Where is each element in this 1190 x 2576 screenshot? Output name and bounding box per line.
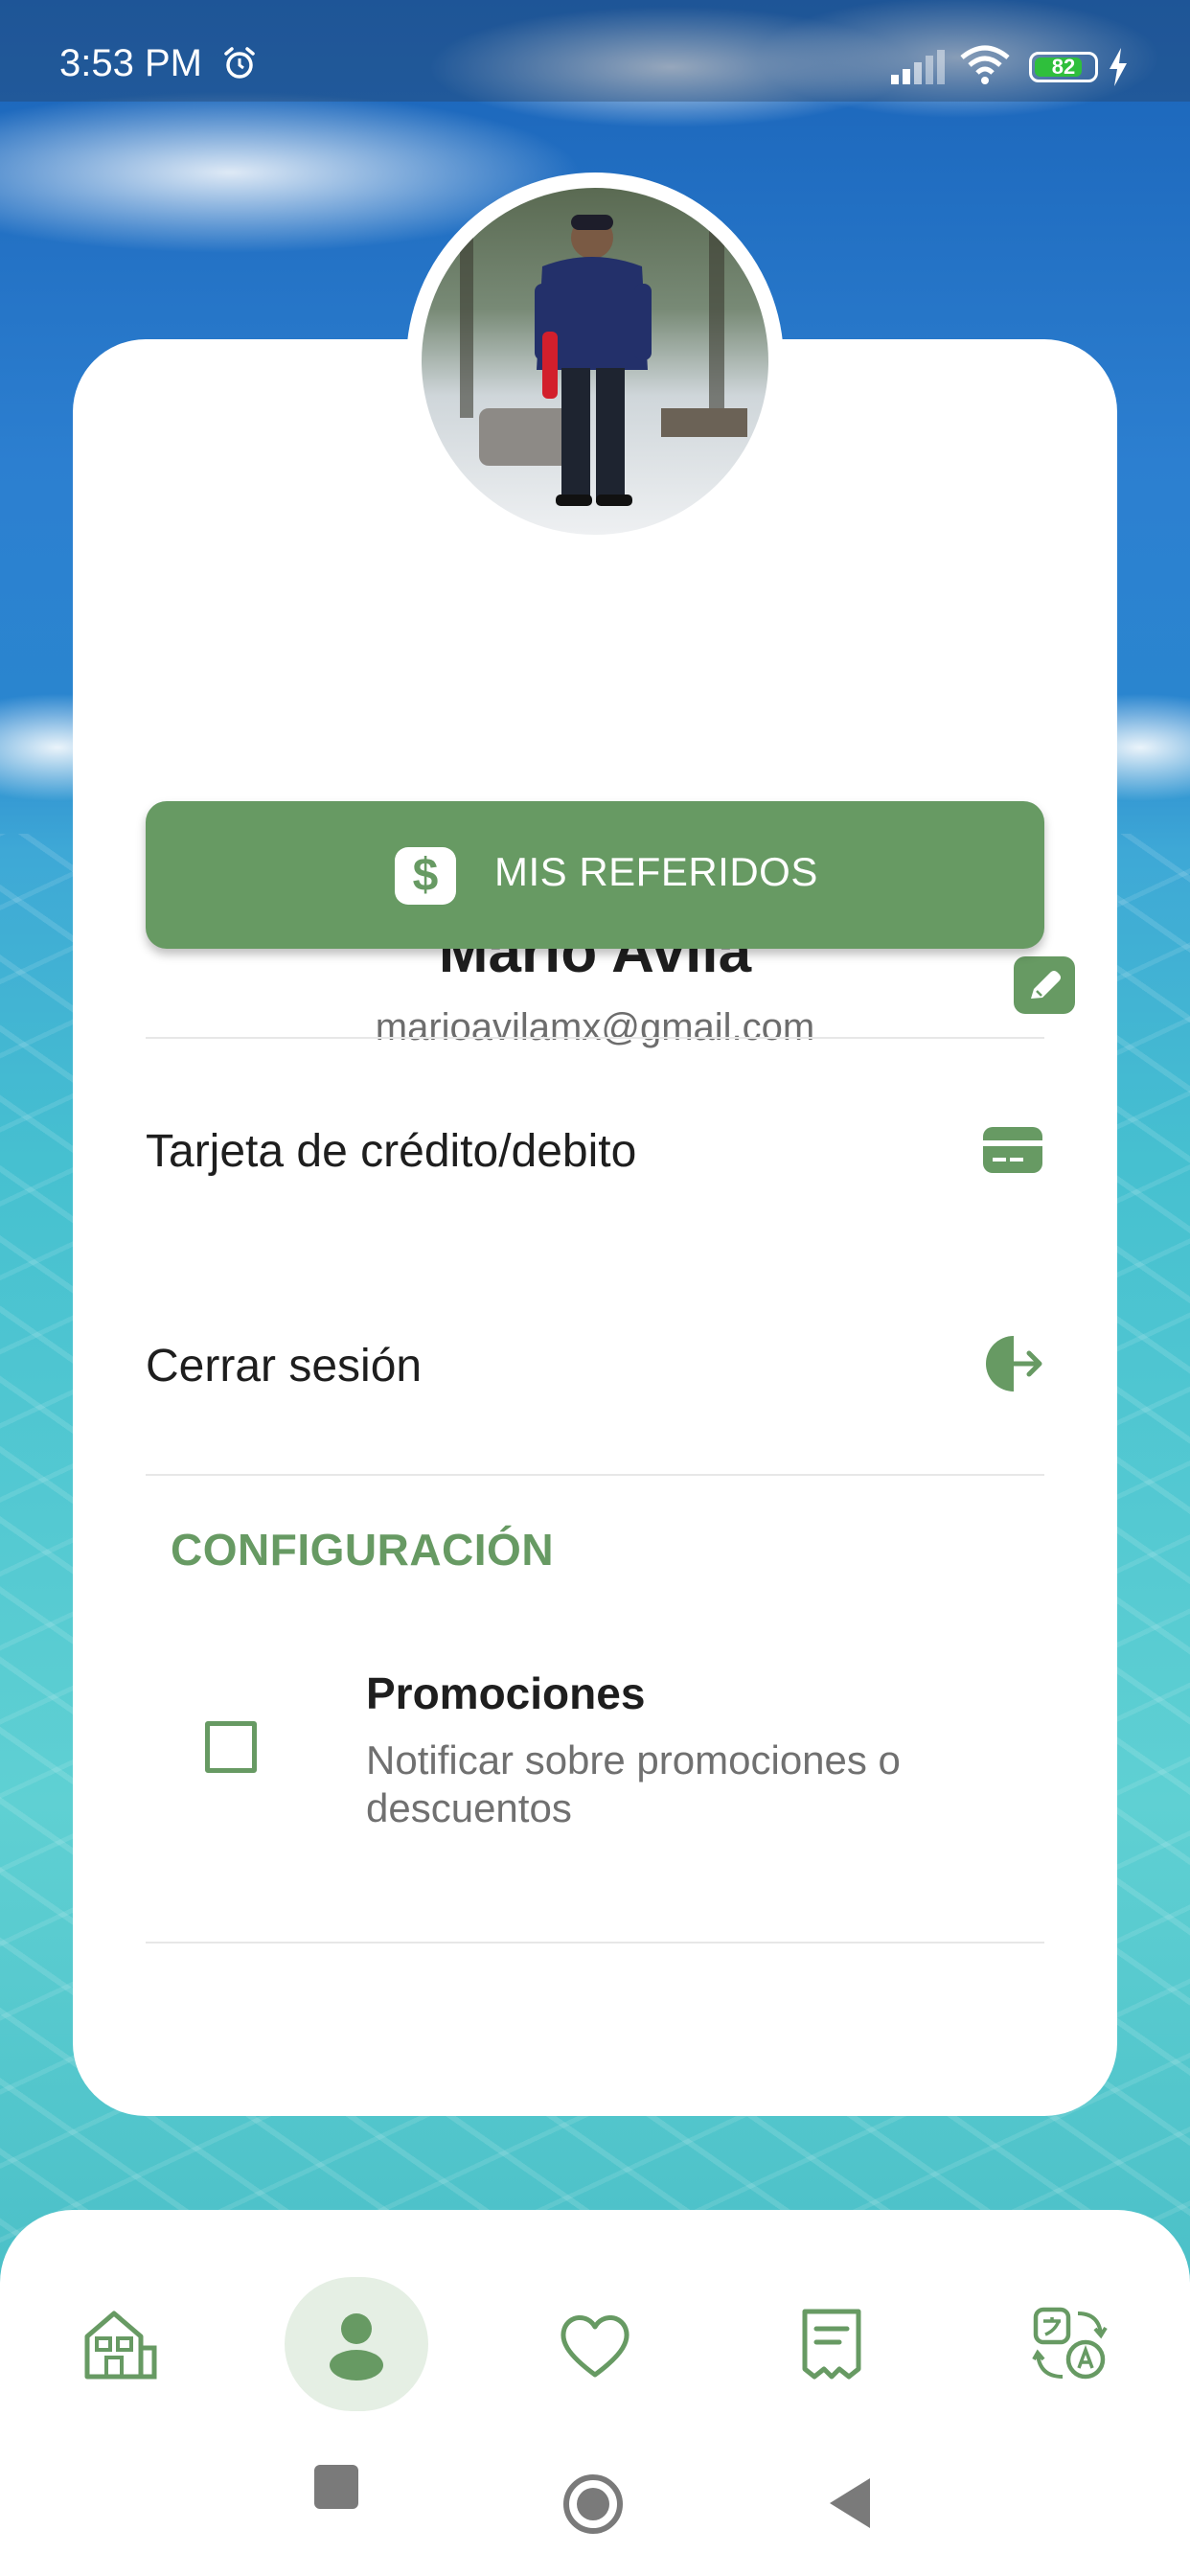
avatar-photo <box>422 188 768 535</box>
pencil-icon <box>1031 971 1061 999</box>
signal-icon <box>891 50 945 84</box>
battery-percent: 82 <box>1051 55 1076 79</box>
recents-button[interactable] <box>312 2463 360 2511</box>
alarm-icon <box>224 47 255 79</box>
home-icon <box>84 2311 157 2380</box>
edit-profile-button[interactable] <box>1014 956 1075 1014</box>
avatar-person-illustration <box>460 215 747 506</box>
settings-section-title: CONFIGURACIÓN <box>171 1525 555 1575</box>
divider <box>146 1942 1044 1944</box>
status-bar: 3:53 PM 82 <box>0 0 1190 102</box>
battery-icon: 82 <box>1029 52 1098 82</box>
promotions-checkbox[interactable] <box>205 1721 257 1773</box>
back-button[interactable] <box>828 2476 872 2530</box>
wifi-icon <box>960 45 1010 84</box>
profile-email: marioavilamx@gmail.com <box>375 1006 815 1048</box>
profile-card: Mario Avila marioavilamx@gmail.com <box>73 339 1117 2116</box>
favorites-heart-icon <box>561 2315 629 2378</box>
nav-translate[interactable] <box>998 2277 1142 2421</box>
menu-item-logout[interactable]: Cerrar sesión <box>146 1305 1044 1420</box>
divider <box>146 1037 1044 1039</box>
promotions-title: Promociones <box>366 1668 646 1718</box>
status-time: 3:53 PM <box>59 42 202 84</box>
credit-card-icon <box>983 1127 1042 1173</box>
charging-icon <box>1110 48 1127 86</box>
profile-icon <box>330 2313 383 2380</box>
my-referrals-label: MIS REFERIDOS <box>494 849 818 894</box>
home-button[interactable] <box>561 2472 625 2536</box>
profile-avatar[interactable] <box>406 172 784 550</box>
receipt-icon <box>802 2309 861 2380</box>
divider <box>146 1474 1044 1476</box>
nav-favorites[interactable] <box>523 2277 667 2421</box>
logout-icon <box>986 1336 1042 1392</box>
translate-icon <box>1032 2307 1108 2380</box>
menu-item-label: Cerrar sesión <box>146 1341 423 1392</box>
menu-item-credit-card[interactable]: Tarjeta de crédito/debito <box>146 1091 1044 1206</box>
dollar-icon: $ <box>395 847 456 905</box>
menu-item-label: Tarjeta de crédito/debito <box>146 1126 637 1177</box>
nav-home[interactable] <box>48 2277 192 2421</box>
my-referrals-button[interactable]: $ MIS REFERIDOS <box>146 801 1044 949</box>
promotions-description: Notificar sobre promociones o descuentos <box>366 1737 901 1830</box>
nav-receipts[interactable] <box>760 2277 904 2421</box>
nav-profile[interactable] <box>285 2277 428 2421</box>
